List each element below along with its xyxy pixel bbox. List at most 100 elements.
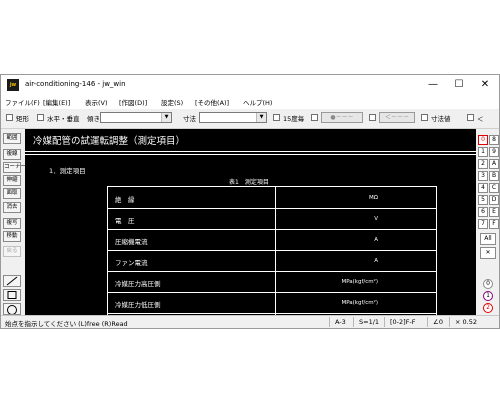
status-divider <box>384 317 385 327</box>
status-divider <box>329 317 330 327</box>
tool-corner[interactable]: コーナー <box>3 162 26 173</box>
layer-0-button[interactable]: 0 <box>478 135 488 145</box>
arrow-mode-button[interactable]: ＜－－－ <box>379 112 415 123</box>
tool-range[interactable]: 範囲 <box>3 133 21 144</box>
ratio-combo[interactable]: ▼ <box>100 112 172 123</box>
layer-4-button[interactable]: 4 <box>478 183 488 193</box>
size-label: 寸法 <box>183 115 196 123</box>
row-unit-fan-current: A <box>374 258 378 264</box>
left-tool-panel: 範囲 複線 コーナー 伸縮 面取 消去 複写 移動 戻る <box>1 129 26 315</box>
deg15-checkbox[interactable] <box>273 114 280 121</box>
tool-erase[interactable]: 消去 <box>3 202 21 213</box>
status-message: 始点を指示してください (L)free (R)Read <box>5 320 128 328</box>
menu-file[interactable]: ファイル(F) <box>5 97 40 107</box>
tool-circle[interactable] <box>3 303 21 315</box>
row-unit-high-pressure: MPa(kgf/cm²) <box>341 279 378 285</box>
layer-6-button[interactable]: 6 <box>478 207 488 217</box>
tool-parallel-line[interactable]: 複線 <box>3 149 21 160</box>
status-bar: 始点を指示してください (L)free (R)Read A-3 S=1/1 [0… <box>1 315 499 328</box>
row-label-voltage: 電 圧 <box>115 217 135 225</box>
layer-c-button[interactable]: C <box>489 183 499 193</box>
tool-copy[interactable]: 複写 <box>3 218 21 229</box>
arrow-mode-checkbox[interactable] <box>369 114 376 121</box>
layer-invert-button[interactable]: ✕ <box>480 247 496 259</box>
title-bar: jw air-conditioning-146 - jw_win — ☐ ✕ <box>1 75 499 95</box>
table-border-left <box>107 186 108 315</box>
table-caption: 表1 測定項目 <box>229 179 269 186</box>
layer-f-button[interactable]: F <box>489 219 499 229</box>
chevron-down-icon: ▼ <box>161 113 171 122</box>
app-icon: jw <box>7 79 19 91</box>
section-heading: 1．測定項目 <box>49 167 86 175</box>
size-combo[interactable]: ▼ <box>199 112 267 123</box>
dim-value-checkbox[interactable] <box>421 114 428 121</box>
layer-indicator[interactable]: [0-2]F-F <box>390 318 416 326</box>
menu-other[interactable]: [その他(A)] <box>195 97 229 107</box>
point-mode-button[interactable]: ●－－－ <box>321 112 363 123</box>
drawing-title: 冷媒配管の試運転調整（測定項目） <box>33 136 186 147</box>
table-column-divider <box>275 186 276 315</box>
layer-b-button[interactable]: B <box>489 171 499 181</box>
table-rule <box>107 208 437 209</box>
table-rule <box>107 250 437 251</box>
status-divider <box>427 317 428 327</box>
maximize-button[interactable]: ☐ <box>449 78 469 92</box>
paper-size[interactable]: A-3 <box>335 318 346 326</box>
horiz-vert-label: 水平・垂直 <box>47 115 80 123</box>
group-1-button[interactable]: 1 <box>483 291 493 301</box>
row-unit-low-pressure: MPa(kgf/cm²) <box>341 300 378 306</box>
scale-indicator[interactable]: S=1/1 <box>359 318 379 326</box>
layer-9-button[interactable]: 9 <box>489 147 499 157</box>
menu-edit[interactable]: [編集(E)] <box>43 97 70 107</box>
angle-indicator[interactable]: ∠0 <box>433 318 443 326</box>
deg15-label: 15度毎 <box>283 115 305 123</box>
table-rule <box>107 186 437 187</box>
table-rule <box>107 271 437 272</box>
menu-draw[interactable]: [作図(D)] <box>119 97 147 107</box>
layer-e-button[interactable]: E <box>489 207 499 217</box>
title-rule <box>25 151 476 152</box>
layer-7-button[interactable]: 7 <box>478 219 488 229</box>
chevron-down-icon: ▼ <box>256 113 266 122</box>
menu-help[interactable]: ヘルプ(H) <box>243 97 272 107</box>
zoom-indicator[interactable]: × 0.52 <box>455 318 477 326</box>
group-2-button[interactable]: 2 <box>483 303 493 313</box>
layer-8-button[interactable]: 8 <box>489 135 499 145</box>
tool-rectangle[interactable] <box>3 289 21 301</box>
layer-1-button[interactable]: 1 <box>478 147 488 157</box>
tool-chamfer[interactable]: 面取 <box>3 188 21 199</box>
layer-5-button[interactable]: 5 <box>478 195 488 205</box>
point-mode-checkbox[interactable] <box>311 114 318 121</box>
layer-3-button[interactable]: 3 <box>478 171 488 181</box>
row-label-insulation: 絶 縁 <box>115 196 135 204</box>
menu-view[interactable]: 表示(V) <box>85 97 108 107</box>
layer-a-button[interactable]: A <box>489 159 499 169</box>
tool-line[interactable] <box>3 275 21 287</box>
tool-undo[interactable]: 戻る <box>3 246 21 257</box>
row-label-low-pressure: 冷媒圧力低圧側 <box>115 301 161 309</box>
window-title: air-conditioning-146 - jw_win <box>25 80 126 88</box>
row-label-high-pressure: 冷媒圧力高圧側 <box>115 280 161 288</box>
ratio-label: 傾き <box>87 115 100 123</box>
group-0-button[interactable]: 0 <box>483 279 493 289</box>
close-button[interactable]: ✕ <box>475 78 495 92</box>
tool-extend[interactable]: 伸縮 <box>3 175 21 186</box>
drawing-canvas[interactable]: 冷媒配管の試運転調整（測定項目） 1．測定項目 表1 測定項目 絶 縁 MΩ 電… <box>25 129 476 315</box>
rect-checkbox[interactable] <box>6 114 13 121</box>
menu-settings[interactable]: 設定(S) <box>161 97 183 107</box>
minimize-button[interactable]: — <box>423 78 443 92</box>
tool-move[interactable]: 移動 <box>3 231 21 242</box>
line-icon <box>6 276 18 286</box>
row-unit-compressor-current: A <box>374 237 378 243</box>
layer-d-button[interactable]: D <box>489 195 499 205</box>
table-border-right <box>436 186 437 315</box>
row-unit-voltage: V <box>374 216 378 222</box>
table-rule <box>107 229 437 230</box>
layer-all-button[interactable]: All <box>480 233 496 245</box>
horiz-vert-checkbox[interactable] <box>37 114 44 121</box>
layer-2-button[interactable]: 2 <box>478 159 488 169</box>
rect-label: 矩形 <box>16 115 29 123</box>
last-checkbox[interactable] <box>467 114 474 121</box>
row-unit-insulation: MΩ <box>369 195 378 201</box>
last-label: ＜ <box>477 115 484 123</box>
